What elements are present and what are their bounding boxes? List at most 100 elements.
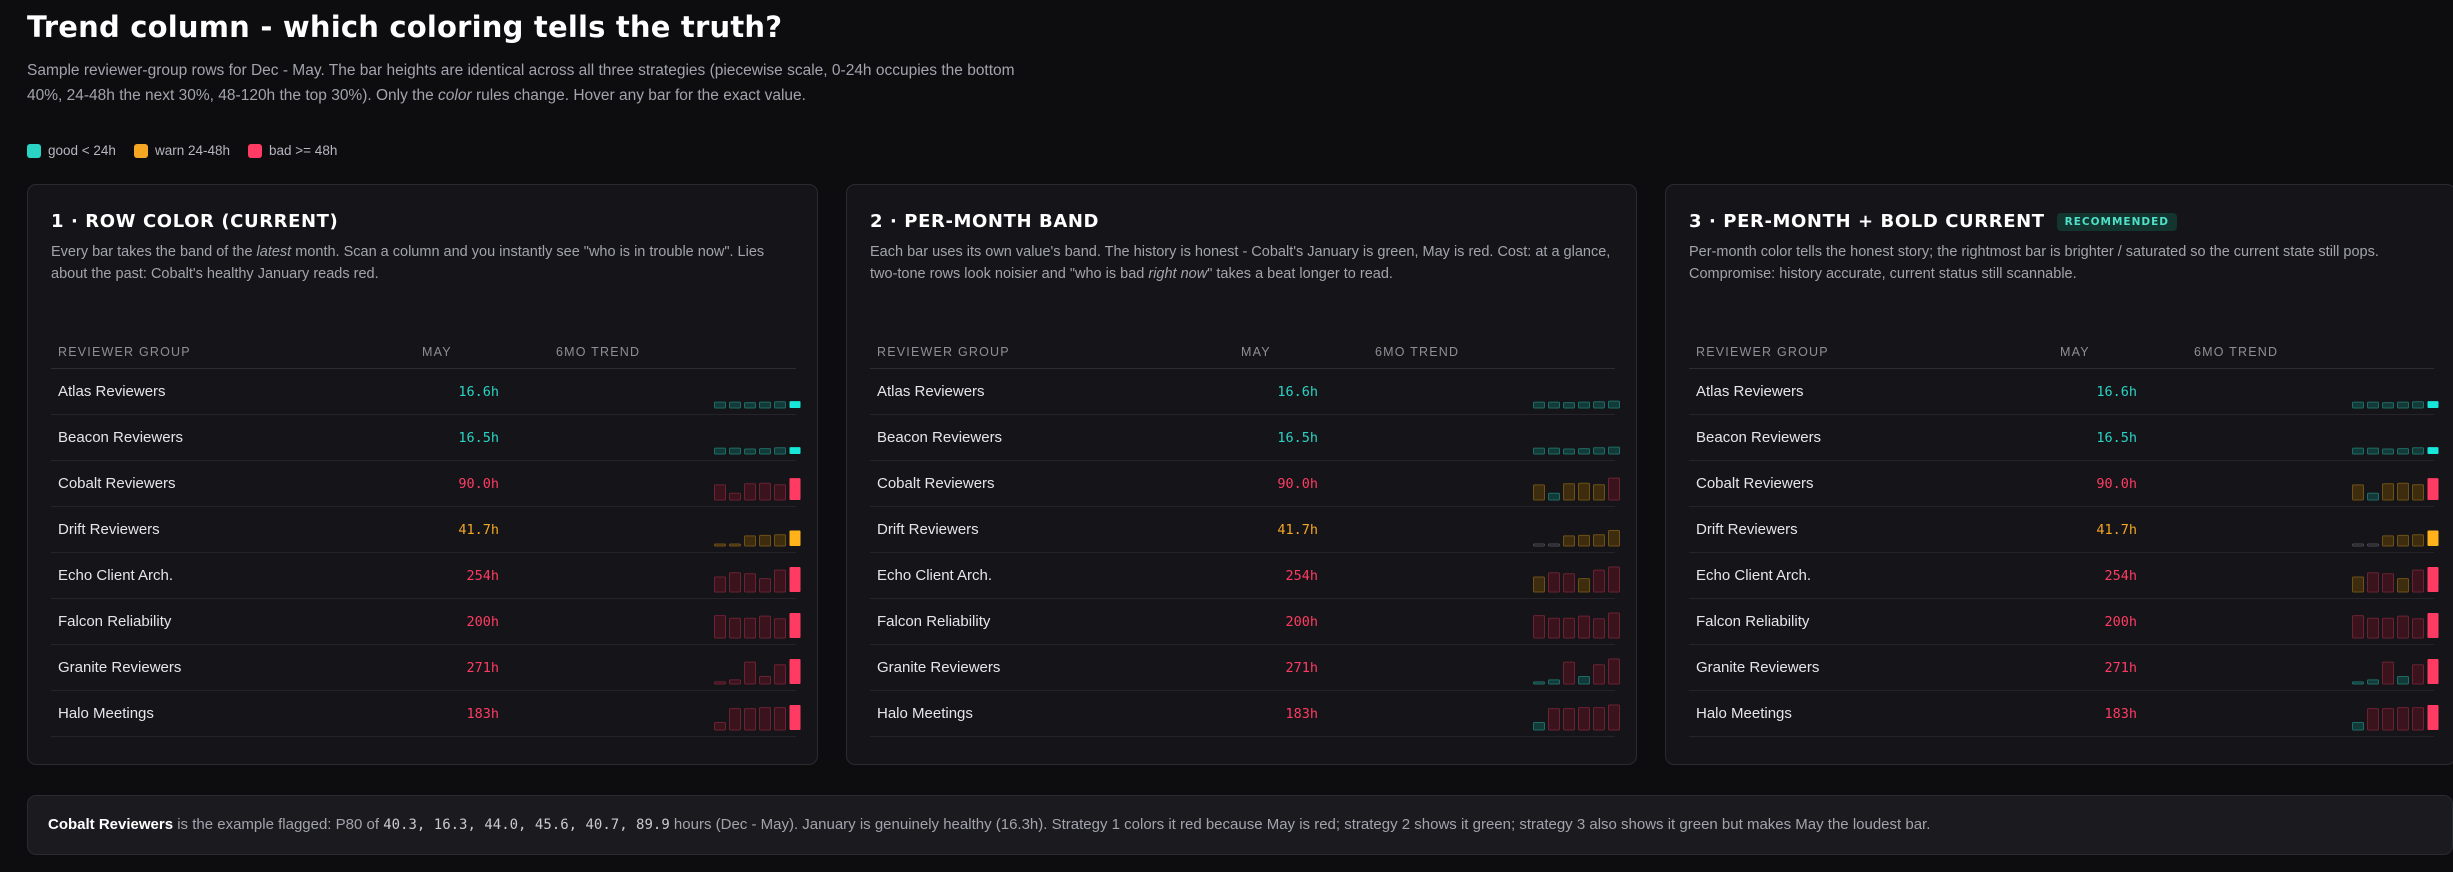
trend-bar[interactable]: [2412, 664, 2424, 685]
trend-bar[interactable]: [759, 578, 771, 593]
trend-bar[interactable]: [1593, 707, 1605, 731]
trend-bar[interactable]: [2397, 482, 2409, 501]
trend-bar[interactable]: [1593, 664, 1605, 685]
trend-bar[interactable]: [2397, 615, 2409, 639]
trend-bar-current[interactable]: [1608, 658, 1620, 685]
trend-bar[interactable]: [1548, 708, 1560, 731]
trend-bar[interactable]: [2352, 484, 2364, 501]
trend-bar[interactable]: [1563, 483, 1575, 501]
trend-bar[interactable]: [1563, 708, 1575, 731]
trend-bar[interactable]: [729, 708, 741, 731]
trend-bar[interactable]: [729, 617, 741, 639]
trend-bar[interactable]: [729, 543, 741, 547]
trend-bar[interactable]: [1593, 484, 1605, 501]
trend-bar[interactable]: [1593, 447, 1605, 455]
trend-bar[interactable]: [759, 707, 771, 731]
trend-bar[interactable]: [2367, 617, 2379, 639]
trend-bar[interactable]: [744, 402, 756, 409]
trend-bar-current[interactable]: [789, 613, 801, 638]
trend-bar[interactable]: [1563, 617, 1575, 639]
trend-bar[interactable]: [714, 543, 726, 547]
trend-bar[interactable]: [714, 576, 726, 593]
trend-bar[interactable]: [1578, 676, 1590, 685]
trend-bar[interactable]: [759, 615, 771, 639]
trend-bar-current[interactable]: [2427, 530, 2439, 546]
trend-bar[interactable]: [2367, 572, 2379, 593]
trend-bar[interactable]: [1593, 569, 1605, 593]
trend-bar-current[interactable]: [2427, 567, 2439, 592]
trend-bar[interactable]: [729, 679, 741, 685]
trend-bar[interactable]: [1533, 484, 1545, 501]
trend-bar[interactable]: [1563, 402, 1575, 409]
trend-bar[interactable]: [774, 664, 786, 685]
trend-bar[interactable]: [714, 484, 726, 501]
trend-bar[interactable]: [2367, 492, 2379, 501]
trend-bar[interactable]: [1563, 448, 1575, 455]
trend-bar-current[interactable]: [2427, 447, 2439, 454]
trend-bar[interactable]: [2397, 401, 2409, 409]
trend-bar[interactable]: [1563, 661, 1575, 685]
trend-bar[interactable]: [1578, 448, 1590, 455]
trend-bar[interactable]: [1548, 447, 1560, 455]
trend-bar[interactable]: [2367, 708, 2379, 731]
trend-bar[interactable]: [2367, 447, 2379, 455]
trend-bar-current[interactable]: [1608, 704, 1620, 731]
trend-bar[interactable]: [714, 615, 726, 639]
trend-bar[interactable]: [1563, 573, 1575, 593]
trend-bar[interactable]: [2352, 576, 2364, 593]
trend-bar[interactable]: [2412, 707, 2424, 731]
trend-bar[interactable]: [2352, 447, 2364, 455]
trend-bar-current[interactable]: [2427, 659, 2439, 684]
trend-bar[interactable]: [774, 707, 786, 731]
trend-bar[interactable]: [2412, 401, 2424, 409]
trend-bar[interactable]: [1533, 543, 1545, 547]
trend-bar[interactable]: [1578, 482, 1590, 501]
trend-bar[interactable]: [1533, 681, 1545, 685]
trend-bar[interactable]: [1533, 576, 1545, 593]
trend-bar[interactable]: [1578, 401, 1590, 409]
trend-bar[interactable]: [1593, 534, 1605, 547]
trend-bar[interactable]: [2412, 618, 2424, 639]
trend-bar[interactable]: [759, 482, 771, 501]
trend-bar[interactable]: [1548, 679, 1560, 685]
trend-bar[interactable]: [2397, 578, 2409, 593]
trend-bar[interactable]: [2397, 676, 2409, 685]
trend-bar[interactable]: [744, 573, 756, 593]
trend-bar-current[interactable]: [1608, 529, 1620, 547]
trend-bar-current[interactable]: [1608, 612, 1620, 639]
trend-bar[interactable]: [729, 492, 741, 501]
trend-bar[interactable]: [744, 535, 756, 547]
trend-bar[interactable]: [2352, 615, 2364, 639]
trend-bar[interactable]: [759, 676, 771, 685]
trend-bar[interactable]: [744, 617, 756, 639]
trend-bar-current[interactable]: [789, 659, 801, 684]
trend-bar[interactable]: [2397, 534, 2409, 547]
trend-bar-current[interactable]: [789, 478, 801, 500]
trend-bar[interactable]: [2382, 617, 2394, 639]
trend-bar[interactable]: [1533, 722, 1545, 731]
trend-bar[interactable]: [2367, 543, 2379, 547]
trend-bar[interactable]: [2367, 401, 2379, 409]
trend-bar[interactable]: [2352, 681, 2364, 685]
trend-bar[interactable]: [759, 401, 771, 409]
trend-bar-current[interactable]: [2427, 705, 2439, 730]
trend-bar[interactable]: [714, 447, 726, 455]
trend-bar-current[interactable]: [789, 567, 801, 592]
trend-bar[interactable]: [2412, 447, 2424, 455]
trend-bar[interactable]: [1533, 447, 1545, 455]
trend-bar[interactable]: [744, 483, 756, 501]
trend-bar[interactable]: [2382, 448, 2394, 455]
trend-bar[interactable]: [1548, 543, 1560, 547]
trend-bar[interactable]: [2382, 661, 2394, 685]
trend-bar-current[interactable]: [789, 401, 801, 408]
trend-bar[interactable]: [2397, 707, 2409, 731]
trend-bar[interactable]: [1578, 615, 1590, 639]
trend-bar[interactable]: [774, 401, 786, 409]
trend-bar[interactable]: [744, 708, 756, 731]
trend-bar-current[interactable]: [2427, 401, 2439, 408]
trend-bar[interactable]: [744, 661, 756, 685]
trend-bar[interactable]: [2382, 402, 2394, 409]
trend-bar[interactable]: [759, 448, 771, 455]
trend-bar[interactable]: [714, 722, 726, 731]
trend-bar[interactable]: [729, 401, 741, 409]
